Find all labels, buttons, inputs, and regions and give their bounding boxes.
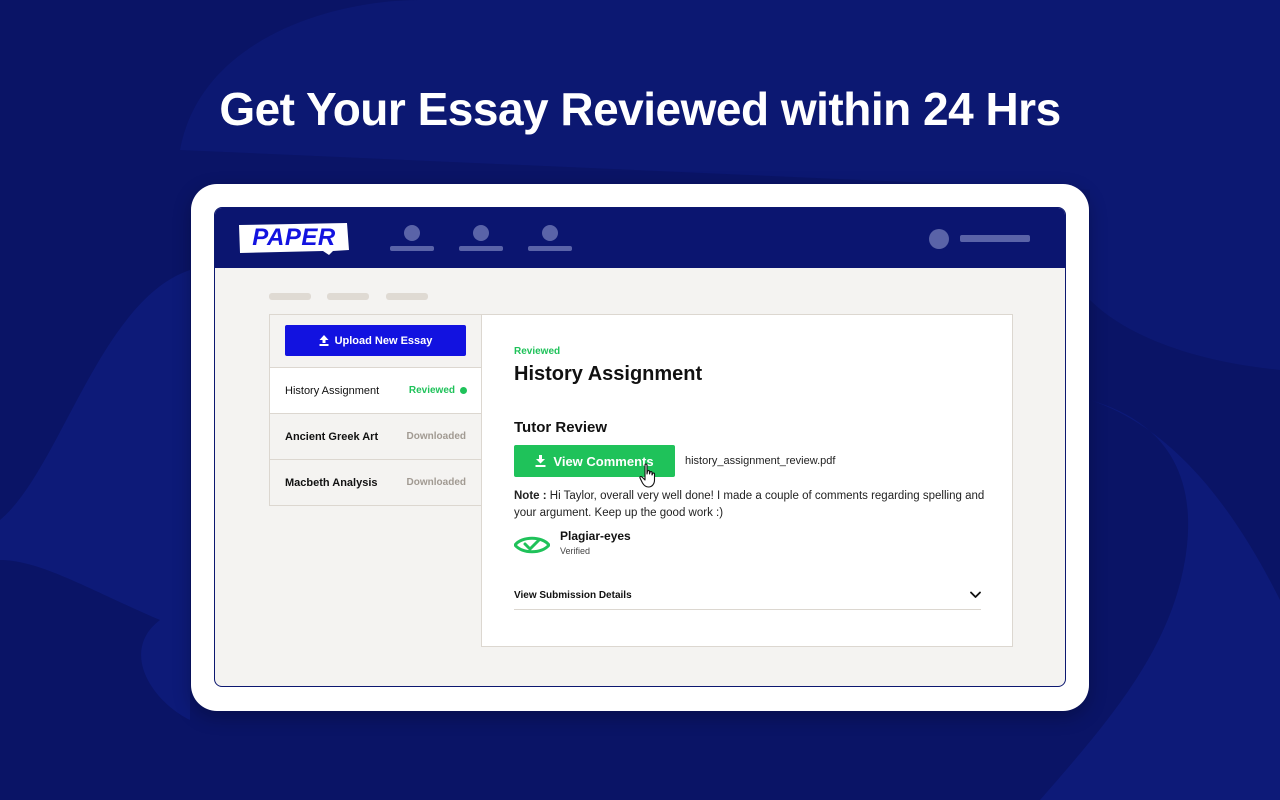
download-icon <box>535 455 546 467</box>
eye-check-icon <box>514 536 550 554</box>
sidebar-item-history-assignment[interactable]: History Assignment Reviewed <box>269 367 482 414</box>
logo-text: PAPER <box>252 224 336 251</box>
essay-sidebar: Upload New Essay History Assignment Revi… <box>269 314 482 507</box>
tutor-note: Note : Hi Taylor, overall very well done… <box>514 488 994 522</box>
upload-icon <box>319 335 329 346</box>
sidebar-item-label: History Assignment <box>285 384 380 397</box>
headline: Get Your Essay Reviewed within 24 Hrs <box>219 83 1061 135</box>
user-name-placeholder <box>960 235 1030 242</box>
nav-item-3[interactable] <box>528 225 572 253</box>
details-label: View Submission Details <box>514 590 632 601</box>
user-placeholder-icon <box>404 225 420 241</box>
hand-cursor-icon <box>639 463 656 488</box>
status-text: Downloaded <box>406 477 466 488</box>
note-text: Hi Taylor, overall very well done! I mad… <box>514 490 985 519</box>
submission-details-toggle[interactable]: View Submission Details <box>514 587 981 610</box>
avatar[interactable] <box>929 229 949 249</box>
chevron-down-icon <box>970 591 981 598</box>
paper-logo[interactable]: PAPER <box>237 222 351 255</box>
user-placeholder-icon <box>542 225 558 241</box>
breadcrumb-placeholder <box>327 293 369 300</box>
review-file-name[interactable]: history_assignment_review.pdf <box>685 455 835 467</box>
sidebar-item-ancient-greek-art[interactable]: Ancient Greek Art Downloaded <box>269 413 482 460</box>
user-placeholder-icon <box>473 225 489 241</box>
plagiarism-check-name: Plagiar-eyes <box>560 529 631 543</box>
section-title: Tutor Review <box>514 419 608 436</box>
status-badge: Reviewed <box>409 385 467 396</box>
breadcrumb-placeholder <box>386 293 428 300</box>
plagiarism-status: Verified <box>560 546 591 556</box>
status-badge: Reviewed <box>514 346 561 357</box>
nav-label-placeholder <box>459 246 503 251</box>
sidebar-item-label: Ancient Greek Art <box>285 430 379 443</box>
upload-new-essay-button[interactable]: Upload New Essay <box>285 325 466 356</box>
app-screen: PAPER Upload New Essay History Assignmen… <box>214 207 1066 687</box>
upload-container: Upload New Essay <box>269 314 482 368</box>
sidebar-item-macbeth-analysis[interactable]: Macbeth Analysis Downloaded <box>269 459 482 506</box>
breadcrumb-placeholder <box>269 293 311 300</box>
nav-item-2[interactable] <box>459 225 503 253</box>
nav-label-placeholder <box>528 246 572 251</box>
status-text: Reviewed <box>408 385 455 396</box>
note-label: Note : <box>514 490 547 502</box>
upload-button-label: Upload New Essay <box>334 334 433 347</box>
nav-label-placeholder <box>390 246 434 251</box>
sidebar-item-label: Macbeth Analysis <box>285 476 378 489</box>
page-title: History Assignment <box>514 363 703 385</box>
status-dot-icon <box>460 387 467 394</box>
nav-item-1[interactable] <box>390 225 434 253</box>
top-navbar: PAPER <box>215 208 1065 268</box>
status-text: Downloaded <box>406 431 466 442</box>
essay-detail-panel: Reviewed History Assignment Tutor Review… <box>481 314 1013 647</box>
